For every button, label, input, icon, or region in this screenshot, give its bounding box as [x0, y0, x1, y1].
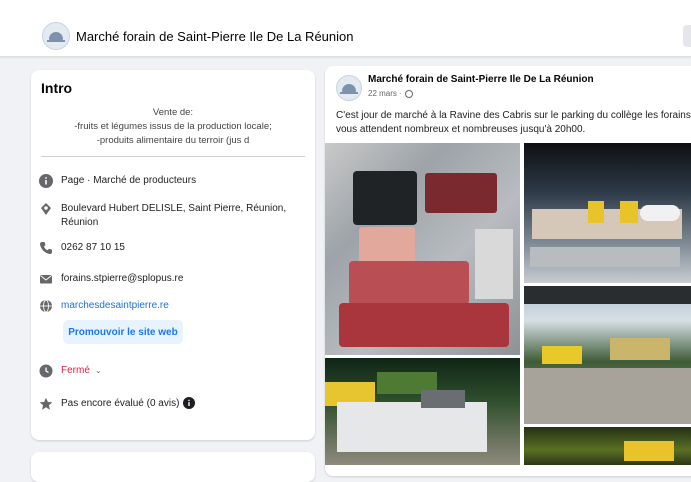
intro-bio: Vente de: -fruits et légumes issus de la… [41, 106, 305, 148]
bio-line: -produits alimentaire du terroir (jus d [96, 135, 250, 146]
globe-icon [404, 89, 413, 98]
post-author-avatar[interactable] [336, 75, 362, 101]
post-text: C'est jour de marché à la Ravine des Cab… [336, 110, 691, 135]
page-title[interactable]: Marché forain de Saint-Pierre Ile De La … [76, 29, 353, 44]
page-logo[interactable] [42, 22, 70, 50]
post-author[interactable]: Marché forain de Saint-Pierre Ile De La … [368, 74, 594, 85]
post-meta: 22 mars · [368, 89, 413, 98]
globe-icon [39, 299, 53, 313]
post-photo[interactable] [524, 427, 691, 465]
star-icon [39, 397, 53, 411]
bio-line: -fruits et légumes issus de la productio… [74, 121, 272, 132]
chevron-down-icon[interactable]: ⌄ [95, 364, 102, 378]
photos-card [31, 452, 315, 482]
phone-row: 0262 87 10 15 [39, 241, 125, 255]
location-pin-icon [39, 202, 53, 216]
info-icon[interactable] [183, 397, 196, 409]
info-icon [39, 174, 53, 188]
phone-text: 0262 87 10 15 [61, 242, 125, 253]
address-row: Boulevard Hubert DELISLE, Saint Pierre, … [39, 202, 289, 230]
category-type: Page [61, 175, 85, 186]
phone-icon [39, 241, 53, 255]
intro-heading: Intro [41, 80, 73, 96]
rating-row: Pas encore évalué (0 avis) [39, 397, 196, 411]
intro-card: Intro Vente de: -fruits et légumes issus… [31, 70, 315, 440]
post-photo[interactable] [524, 143, 691, 283]
header-action-button[interactable] [683, 25, 691, 47]
post-photo[interactable] [524, 286, 691, 424]
website-link[interactable]: marchesdesaintpierre.re [61, 299, 169, 313]
category-row: Page · Marché de producteurs [39, 174, 196, 188]
email-text: forains.stpierre@splopus.re [61, 273, 184, 284]
hours-status[interactable]: Fermé [61, 364, 90, 378]
address-text: Boulevard Hubert DELISLE, Saint Pierre, … [61, 203, 287, 228]
intro-divider [41, 156, 305, 157]
promote-website-button[interactable]: Promouvoir le site web [63, 320, 183, 344]
category-value: · Marché de producteurs [84, 175, 197, 186]
bio-line: Vente de: [152, 107, 194, 118]
email-row: forains.stpierre@splopus.re [39, 272, 183, 286]
website-row: marchesdesaintpierre.re [39, 299, 169, 313]
post-photo[interactable] [325, 143, 520, 355]
page-header: Marché forain de Saint-Pierre Ile De La … [0, 0, 691, 57]
mail-icon [39, 272, 53, 286]
clock-icon [39, 364, 53, 378]
rating-text: Pas encore évalué (0 avis) [61, 398, 180, 409]
hours-row[interactable]: Fermé ⌄ [39, 364, 102, 378]
post-timestamp[interactable]: 22 mars [368, 89, 397, 98]
post-photo[interactable] [325, 358, 520, 465]
